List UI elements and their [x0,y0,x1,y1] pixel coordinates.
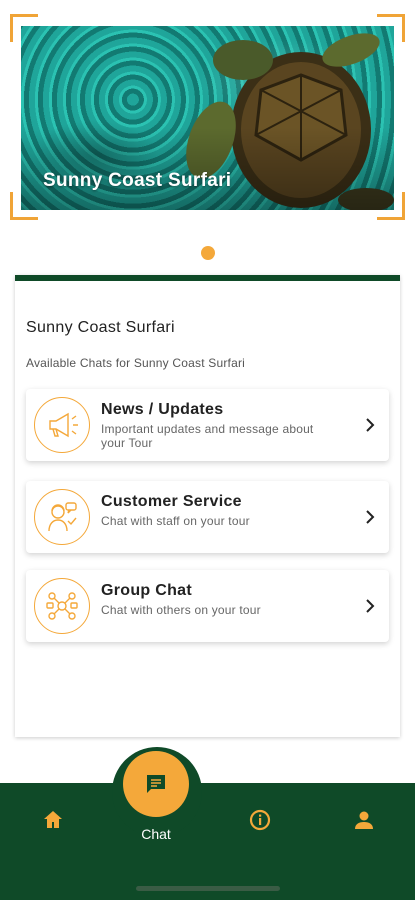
chevron-right-icon [366,510,375,524]
bottom-nav [0,783,415,900]
hero-image: Sunny Coast Surfari [21,26,394,210]
chat-item-customer-service[interactable]: Customer Service Chat with staff on your… [26,481,389,553]
hero-title: Sunny Coast Surfari [43,170,232,191]
group-network-icon [34,578,90,634]
frame-corner [377,192,405,220]
home-indicator[interactable] [136,886,280,891]
chevron-right-icon [366,599,375,613]
carousel-indicator[interactable] [201,246,215,260]
home-icon[interactable] [41,808,65,832]
chat-description: Important updates and message about your… [101,422,314,450]
chat-icon [147,775,165,793]
chat-title: News / Updates [101,401,224,418]
megaphone-icon [34,397,90,453]
frame-corner [377,14,405,42]
panel-subtitle: Available Chats for Sunny Coast Surfari [26,356,246,370]
info-icon[interactable] [248,808,272,832]
chat-panel: Sunny Coast Surfari Available Chats for … [15,275,400,737]
profile-icon[interactable] [352,808,376,832]
chat-item-news[interactable]: News / Updates Important updates and mes… [26,389,389,461]
chat-nav-label: Chat [141,826,171,842]
chat-title: Customer Service [101,493,242,510]
chat-nav-button[interactable] [123,751,189,817]
panel-title: Sunny Coast Surfari [26,319,175,336]
chat-description: Chat with staff on your tour [101,514,250,528]
chat-item-group-chat[interactable]: Group Chat Chat with others on your tour [26,570,389,642]
chevron-right-icon [366,418,375,432]
frame-corner [10,192,38,220]
chat-title: Group Chat [101,582,192,599]
hero-banner: Sunny Coast Surfari [10,14,405,220]
frame-corner [10,14,38,42]
chat-description: Chat with others on your tour [101,603,261,617]
support-agent-icon [34,489,90,545]
